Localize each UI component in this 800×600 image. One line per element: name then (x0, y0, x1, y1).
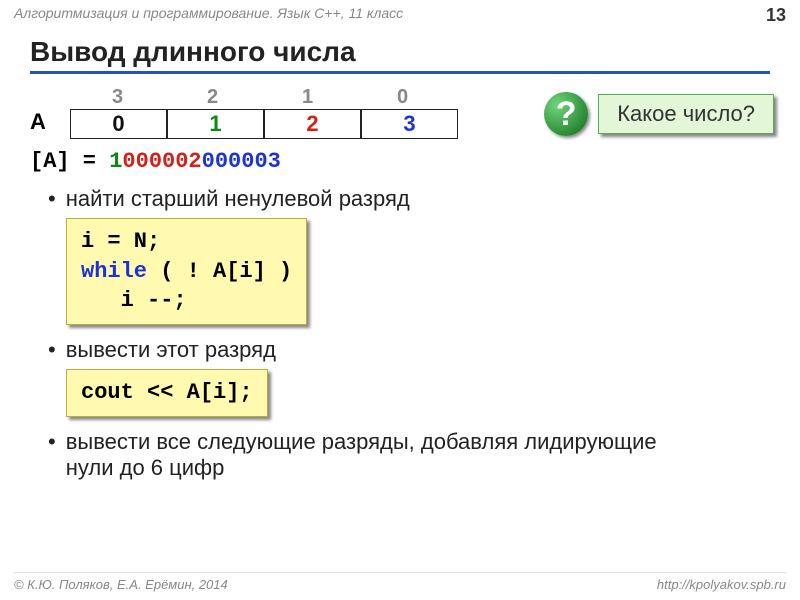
page-number: 13 (766, 5, 786, 26)
code-line: i --; (81, 288, 187, 313)
slide-header: Алгоритмизация и программирование. Язык … (0, 0, 800, 26)
question-callout: ? Какое число? (544, 92, 774, 136)
slide-footer: © К.Ю. Поляков, Е.А. Ерёмин, 2014 http:/… (14, 572, 786, 592)
array-cell: 0 (70, 109, 167, 139)
bullet-item: вывести этот разряд (48, 337, 770, 363)
code-line: cout << A[i]; (81, 380, 253, 405)
expr-part: 000002 (122, 149, 201, 174)
bullet-text: вывести все следующие разряды, добавляя … (66, 429, 708, 481)
question-mark-icon: ? (544, 92, 588, 136)
array-cell: 2 (264, 109, 361, 139)
footer-copyright: © К.Ю. Поляков, Е.А. Ерёмин, 2014 (14, 577, 228, 592)
expr-part: 000003 (202, 149, 281, 174)
page-title: Вывод длинного числа (30, 36, 770, 74)
bullet-text: вывести этот разряд (66, 337, 276, 363)
code-line: ( ! A[i] ) (147, 259, 292, 284)
bullet-item: вывести все следующие разряды, добавляя … (48, 429, 708, 481)
bullet-text: найти старший ненулевой разряд (66, 186, 410, 212)
bullet-item: найти старший ненулевой разряд (48, 186, 770, 212)
code-line: i = N; (81, 229, 160, 254)
expr-lhs: [A] = (30, 149, 109, 174)
code-block-2: cout << A[i]; (66, 369, 268, 417)
array-index: 0 (355, 86, 450, 109)
question-text: Какое число? (598, 94, 774, 134)
array-label: A (30, 109, 70, 139)
footer-url: http://kpolyakov.spb.ru (657, 577, 786, 592)
expr-part: 1 (109, 149, 122, 174)
array-index: 3 (70, 86, 165, 109)
array-index: 2 (165, 86, 260, 109)
code-block-1: i = N; while ( ! A[i] ) i --; (66, 218, 307, 325)
value-expression: [A] = 1000002000003 (30, 149, 770, 174)
array-cell: 3 (361, 109, 458, 139)
array-index: 1 (260, 86, 355, 109)
course-name: Алгоритмизация и программирование. Язык … (14, 5, 403, 26)
code-keyword: while (81, 259, 147, 284)
array-cell: 1 (167, 109, 264, 139)
